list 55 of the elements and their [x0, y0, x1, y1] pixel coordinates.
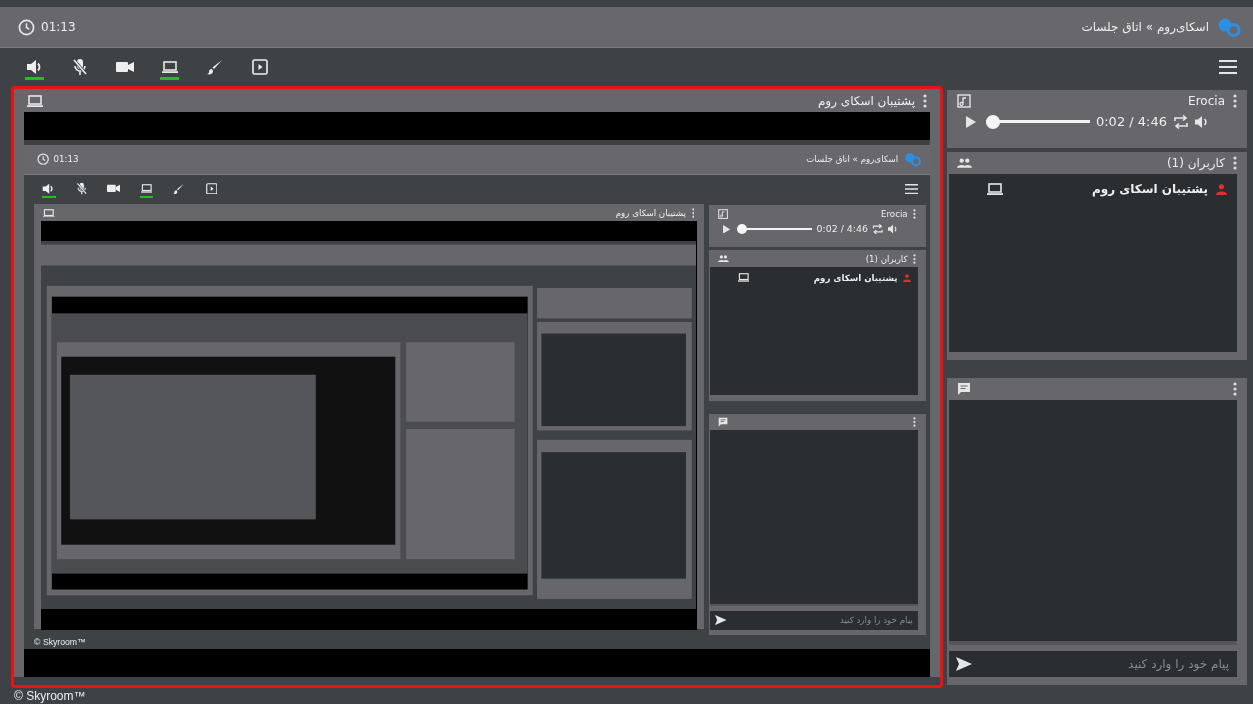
play-icon[interactable] [965, 115, 976, 128]
breadcrumb: اسکای‌روم » اتاق جلسات [1081, 20, 1209, 34]
send-icon[interactable] [956, 657, 972, 671]
copyright: © Skyroom™ [14, 689, 86, 703]
chat-icon [718, 417, 729, 428]
music-note-icon [957, 94, 971, 108]
copyright: © Skyroom™ [34, 637, 86, 648]
panel-title: کاربران (1) [1166, 156, 1225, 170]
more-icon[interactable] [691, 208, 695, 219]
more-icon[interactable] [913, 417, 917, 428]
message-field[interactable]: پیام خود را وارد کنید [979, 651, 1237, 677]
track-title: Erocia [881, 208, 908, 219]
brush-icon[interactable] [206, 59, 223, 75]
user-row[interactable]: پشتیبان اسکای روم [987, 180, 1227, 198]
logo-icon [904, 152, 922, 167]
clock-time: 01:13 [53, 154, 79, 165]
repeat-icon[interactable] [1173, 114, 1189, 129]
panel-title: پشتیبان اسکای روم [615, 208, 686, 219]
more-icon[interactable] [923, 94, 927, 108]
speaker-icon[interactable] [42, 182, 56, 195]
user-name: پشتیبان اسکای روم [813, 272, 898, 283]
person-icon [903, 273, 912, 282]
panel-title: پشتیبان اسکای روم [817, 94, 915, 108]
panel-title: کاربران (1) [865, 253, 908, 264]
camera-icon[interactable] [107, 184, 121, 193]
message-field[interactable]: پیام خود را وارد کنید [731, 610, 919, 630]
track-title: Erocia [1188, 94, 1225, 108]
people-icon [718, 255, 729, 263]
laptop-icon [161, 61, 178, 73]
more-icon[interactable] [1233, 156, 1237, 170]
more-icon[interactable] [913, 208, 917, 219]
track-time: 0:02 / 4:46 [1095, 114, 1167, 129]
more-icon[interactable] [913, 253, 917, 264]
more-icon[interactable] [1233, 382, 1237, 396]
clock-time: 01:13 [41, 20, 76, 34]
clock-icon [18, 18, 35, 36]
breadcrumb: اسکای‌روم » اتاق جلسات [806, 154, 899, 165]
laptop-icon [987, 183, 1003, 195]
person-icon [1216, 183, 1227, 195]
laptop-icon [27, 95, 43, 107]
more-icon[interactable] [1233, 94, 1237, 108]
chat-icon [957, 382, 971, 396]
volume-icon[interactable] [1195, 114, 1209, 129]
logo-icon [1217, 17, 1241, 37]
send-icon[interactable] [715, 615, 727, 626]
camera-icon[interactable] [115, 61, 134, 73]
muted-mic-icon[interactable] [71, 58, 88, 76]
people-icon [957, 158, 972, 168]
menu-icon[interactable] [1219, 60, 1237, 74]
play-icon[interactable] [722, 224, 730, 234]
user-row[interactable]: پشتیبان اسکای روم [737, 271, 912, 285]
user-name: پشتیبان اسکای روم [1091, 182, 1208, 196]
track-time: 0:02 / 4:46 [816, 223, 868, 235]
play-box-icon[interactable] [251, 59, 268, 75]
menu-icon[interactable] [905, 183, 919, 194]
